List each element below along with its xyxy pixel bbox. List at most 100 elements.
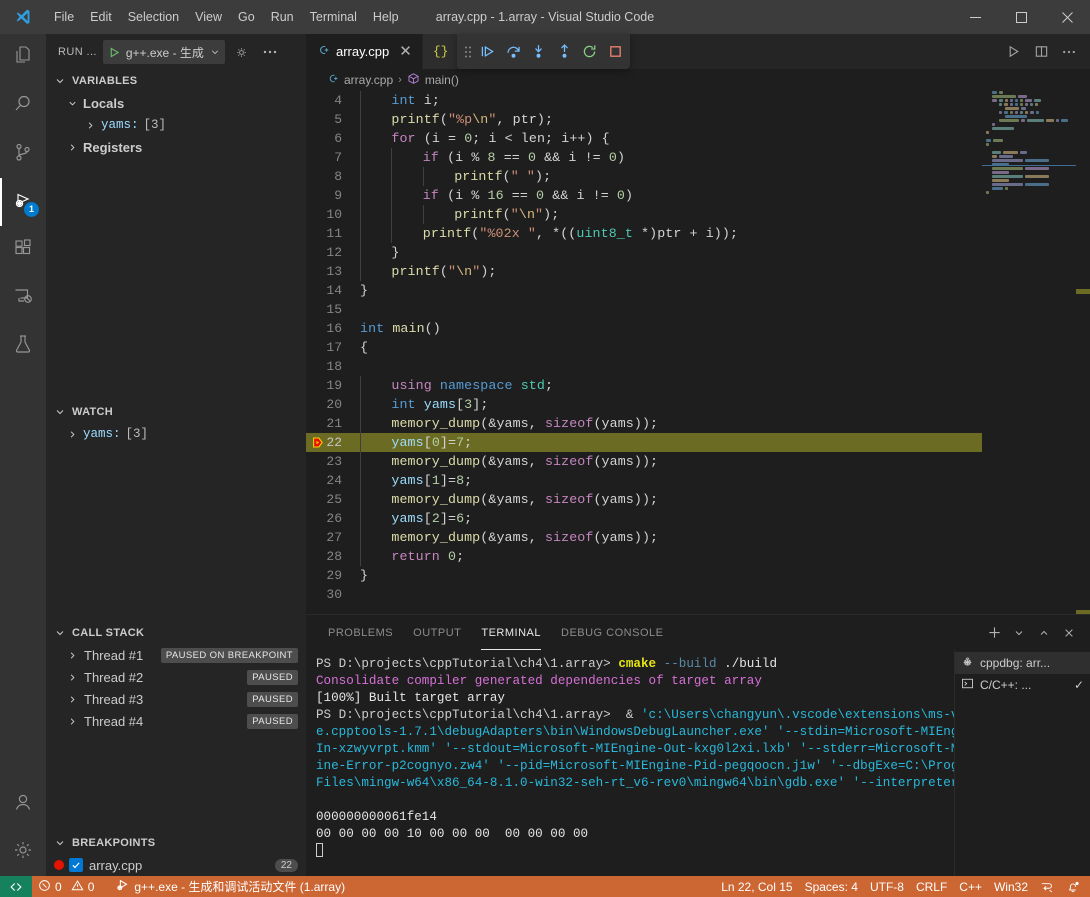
maximize-panel-button[interactable] [1033,622,1055,644]
sidebar-more-actions-button[interactable] [259,41,281,63]
activity-explorer[interactable] [0,34,46,82]
code-line-24[interactable]: 24 yams[1]=8; [306,471,1090,490]
terminal-item-cppdbg[interactable]: cppdbg: arr... [955,652,1090,674]
code-line-23[interactable]: 23 memory_dump(&yams, sizeof(yams)); [306,452,1090,471]
code-line-26[interactable]: 26 yams[2]=6; [306,509,1090,528]
split-editor-button[interactable] [1028,37,1054,67]
problems-status-button[interactable]: 0 0 [32,876,100,897]
code-line-25[interactable]: 25 memory_dump(&yams, sizeof(yams)); [306,490,1090,509]
tab-debug-console[interactable]: DEBUG CONSOLE [551,615,673,650]
breakpoint-row[interactable]: array.cpp 22 [46,854,306,876]
menu-run[interactable]: Run [263,0,302,34]
menu-selection[interactable]: Selection [120,0,187,34]
activity-run-and-debug[interactable]: 1 [0,178,46,226]
tab-terminal[interactable]: TERMINAL [471,615,551,650]
tab-output[interactable]: OUTPUT [403,615,471,650]
code-line-30[interactable]: 30 [306,585,1090,604]
overview-ruler[interactable] [1076,91,1090,619]
tweet-feedback-button[interactable] [1034,876,1060,897]
activity-source-control[interactable] [0,130,46,178]
activity-accounts[interactable] [0,780,46,828]
restart-button[interactable] [577,39,603,65]
code-line-7[interactable]: 7 if (i % 8 == 0 && i != 0) [306,148,1090,167]
code-line-15[interactable]: 15 [306,300,1090,319]
code-line-29[interactable]: 29} [306,566,1090,585]
close-panel-button[interactable] [1058,622,1080,644]
code-line-19[interactable]: 19 using namespace std; [306,376,1090,395]
code-line-10[interactable]: 10 printf("\n"); [306,205,1090,224]
watch-row-yams[interactable]: yams: [3] [46,423,306,445]
call-stack-thread-1[interactable]: Thread #1 PAUSED ON BREAKPOINT [46,644,306,666]
stop-button[interactable] [602,39,628,65]
minimap[interactable] [982,91,1076,619]
code-line-11[interactable]: 11 printf("%02x ", *((uint8_t *)ptr + i))… [306,224,1090,243]
tab-array-cpp[interactable]: array.cpp ✕ [306,34,423,69]
step-over-button[interactable] [500,39,526,65]
menu-terminal[interactable]: Terminal [302,0,365,34]
step-out-button[interactable] [551,39,577,65]
code-line-21[interactable]: 21 memory_dump(&yams, sizeof(yams)); [306,414,1090,433]
activity-search[interactable] [0,82,46,130]
eol-button[interactable]: CRLF [910,876,953,897]
tab-problems[interactable]: PROBLEMS [318,615,403,650]
menu-edit[interactable]: Edit [82,0,120,34]
code-line-20[interactable]: 20 int yams[3]; [306,395,1090,414]
tab-close-icon[interactable]: ✕ [399,44,412,59]
run-file-button[interactable] [1000,37,1026,67]
new-terminal-button[interactable] [983,622,1005,644]
debug-task-status[interactable]: g++.exe - 生成和调试活动文件 (1.array) [110,876,351,897]
close-button[interactable] [1044,0,1090,34]
notifications-bell-button[interactable] [1060,876,1090,897]
terminal-output[interactable]: PS D:\projects\cppTutorial\ch4\1.array> … [306,650,954,897]
menu-file[interactable]: File [46,0,82,34]
code-line-4[interactable]: 4 int i; [306,91,1090,110]
pane-header-watch[interactable]: WATCH [46,401,306,423]
code-line-8[interactable]: 8 printf(" "); [306,167,1090,186]
code-line-28[interactable]: 28 return 0; [306,547,1090,566]
grip-icon[interactable] [461,34,475,69]
code-line-9[interactable]: 9 if (i % 16 == 0 && i != 0) [306,186,1090,205]
pane-header-call-stack[interactable]: CALL STACK [46,622,306,644]
call-stack-thread-3[interactable]: Thread #3 PAUSED [46,688,306,710]
call-stack-thread-4[interactable]: Thread #4 PAUSED [46,710,306,732]
encoding-button[interactable]: UTF-8 [864,876,910,897]
indentation-button[interactable]: Spaces: 4 [799,876,864,897]
activity-remote-explorer[interactable] [0,274,46,322]
maximize-button[interactable] [998,0,1044,34]
code-editor[interactable]: 4 int i; 5 printf("%p\n", ptr); 6 for (i = 0;… [306,91,1090,619]
step-into-button[interactable] [526,39,552,65]
more-actions-button[interactable] [1056,37,1082,67]
debug-configuration-dropdown[interactable]: g++.exe - 生成 [102,40,225,64]
call-stack-thread-2[interactable]: Thread #2 PAUSED [46,666,306,688]
terminal-item-cpp-task[interactable]: C/C++: ... ✓ [955,674,1090,696]
code-line-18[interactable]: 18 [306,357,1090,376]
code-line-14[interactable]: 14} [306,281,1090,300]
language-mode-button[interactable]: C++ [953,876,988,897]
breadcrumb-symbol[interactable]: main() [425,73,459,87]
pane-header-breakpoints[interactable]: BREAKPOINTS [46,832,306,854]
activity-extensions[interactable] [0,226,46,274]
platform-button[interactable]: Win32 [988,876,1034,897]
activity-testing[interactable] [0,322,46,370]
code-line-13[interactable]: 13 printf("\n"); [306,262,1090,281]
code-line-22[interactable]: 22 yams[0]=7; [306,433,1090,452]
breadcrumb-file[interactable]: array.cpp [344,73,393,87]
continue-button[interactable] [475,39,501,65]
code-line-6[interactable]: 6 for (i = 0; i < len; i++) { [306,129,1090,148]
pane-header-variables[interactable]: VARIABLES [46,70,306,92]
code-line-12[interactable]: 12} [306,243,1090,262]
menu-view[interactable]: View [187,0,230,34]
terminal-dropdown-button[interactable] [1008,622,1030,644]
minimize-button[interactable] [952,0,998,34]
variable-row-yams[interactable]: yams: [3] [46,114,306,136]
code-line-5[interactable]: 5 printf("%p\n", ptr); [306,110,1090,129]
menu-go[interactable]: Go [230,0,263,34]
code-line-16[interactable]: 16 int main() [306,319,1090,338]
code-line-27[interactable]: 27 memory_dump(&yams, sizeof(yams)); [306,528,1090,547]
open-launch-json-button[interactable] [231,41,253,63]
remote-indicator-button[interactable] [0,876,32,897]
menu-help[interactable]: Help [365,0,407,34]
activity-manage[interactable] [0,828,46,876]
variables-group-locals[interactable]: Locals [46,92,306,114]
variables-group-registers[interactable]: Registers [46,136,306,158]
